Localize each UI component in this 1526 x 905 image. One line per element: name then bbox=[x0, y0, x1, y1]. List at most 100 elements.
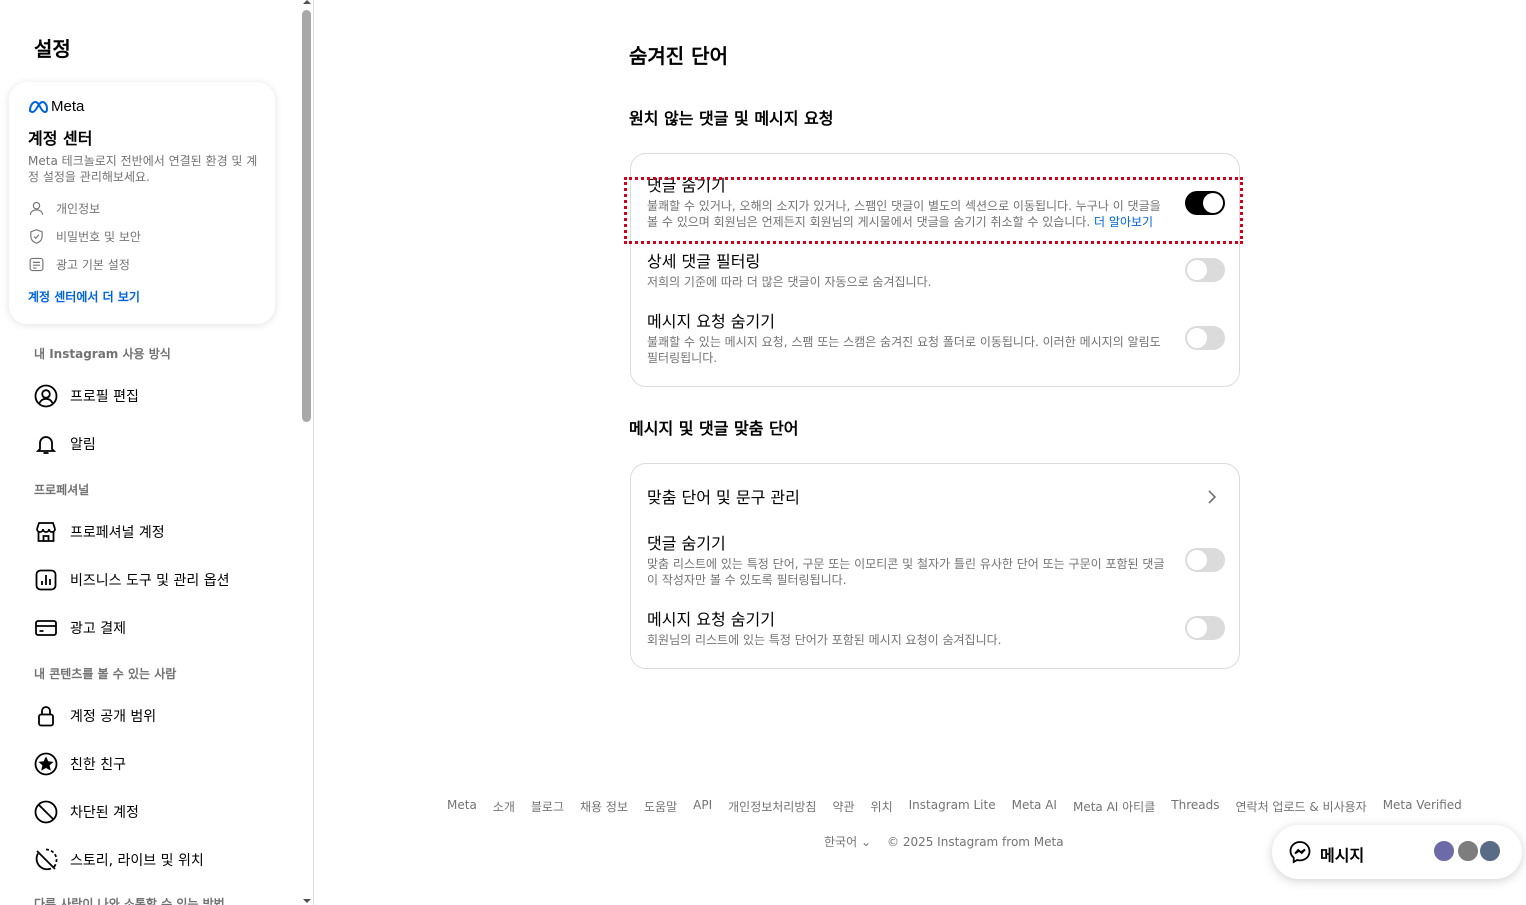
footer-link[interactable]: API bbox=[693, 798, 712, 815]
star-circle-icon bbox=[34, 752, 58, 776]
bell-icon bbox=[35, 436, 57, 454]
sidebar-item-account-privacy[interactable]: 계정 공개 범위 bbox=[24, 694, 286, 738]
scroll-down-arrow-icon[interactable] bbox=[303, 899, 311, 903]
chevron-down-icon: ⌄ bbox=[860, 835, 872, 849]
sidebar-item-close-friends[interactable]: 친한 친구 bbox=[24, 742, 286, 786]
bar-chart-icon bbox=[35, 569, 57, 591]
custom-hide-message-requests-toggle[interactable] bbox=[1185, 616, 1225, 640]
storefront-icon bbox=[36, 522, 56, 542]
sidebar-item-label: 프로페셔널 계정 bbox=[70, 525, 165, 541]
sidebar-item-label: 계정 공개 범위 bbox=[70, 709, 157, 725]
row-title: 맞춤 단어 및 문구 관리 bbox=[647, 488, 800, 507]
sidebar-item-ad-payments[interactable]: 광고 결제 bbox=[24, 606, 286, 650]
avatar bbox=[1432, 839, 1456, 863]
sidebar-item-label: 프로필 편집 bbox=[70, 389, 139, 405]
language-select[interactable]: 한국어 ⌄ bbox=[824, 833, 871, 850]
ac-item-password-security[interactable]: 비밀번호 및 보안 bbox=[28, 228, 141, 245]
row-title: 상세 댓글 필터링 bbox=[647, 252, 761, 271]
custom-hide-comments-toggle[interactable] bbox=[1185, 548, 1225, 572]
chevron-right-icon bbox=[1208, 490, 1217, 504]
footer-bottom: 한국어 ⌄ © 2025 Instagram from Meta bbox=[824, 833, 1064, 850]
footer-link[interactable]: Meta AI 아티클 bbox=[1073, 798, 1155, 815]
sidebar-item-label: 친한 친구 bbox=[70, 757, 126, 773]
sidebar-item-label: 비즈니스 도구 및 관리 옵션 bbox=[70, 573, 230, 589]
meta-brand-label: Meta bbox=[51, 98, 85, 115]
footer-link[interactable]: Meta bbox=[447, 798, 477, 815]
messages-label: 메시지 bbox=[1320, 846, 1365, 865]
row-hide-message-requests: 메시지 요청 숨기기 불쾌할 수 있는 메시지 요청, 스팸 또는 스캠은 숨겨… bbox=[647, 312, 1225, 366]
footer-link[interactable]: 약관 bbox=[832, 798, 854, 815]
section-label-instagram-usage: 내 Instagram 사용 방식 bbox=[34, 347, 171, 361]
row-description: 회원님의 리스트에 있는 특정 단어가 포함된 메시지 요청이 숨겨집니다. bbox=[647, 633, 1002, 647]
page-title: 숨겨진 단어 bbox=[629, 44, 728, 68]
row-custom-hide-message-requests: 메시지 요청 숨기기 회원님의 리스트에 있는 특정 단어가 포함된 메시지 요… bbox=[647, 610, 1225, 648]
ac-item-label: 개인정보 bbox=[56, 202, 101, 216]
footer-link[interactable]: 블로그 bbox=[531, 798, 564, 815]
toggle-knob bbox=[1187, 260, 1207, 280]
group-title-custom-words: 메시지 및 댓글 맞춤 단어 bbox=[629, 419, 799, 438]
shield-check-icon bbox=[30, 229, 43, 244]
focus-highlight bbox=[624, 177, 1243, 244]
sidebar-title: 설정 bbox=[34, 37, 71, 61]
footer-link[interactable]: 위치 bbox=[871, 798, 893, 815]
custom-words-card: 맞춤 단어 및 문구 관리 댓글 숨기기 맞춤 리스트에 있는 특정 단어, 구… bbox=[630, 463, 1240, 669]
sidebar-item-notifications[interactable]: 알림 bbox=[24, 422, 286, 466]
advanced-filtering-toggle[interactable] bbox=[1185, 258, 1225, 282]
section-label-content-visibility: 내 콘텐츠를 볼 수 있는 사람 bbox=[34, 667, 177, 681]
sidebar-item-edit-profile[interactable]: 프로필 편집 bbox=[24, 374, 286, 418]
toggle-knob bbox=[1187, 328, 1207, 348]
messages-button[interactable]: 메시지 bbox=[1272, 825, 1522, 879]
sidebar-item-professional-account[interactable]: 프로페셔널 계정 bbox=[24, 510, 286, 554]
messenger-icon bbox=[1289, 841, 1311, 864]
sidebar-item-business-tools[interactable]: 비즈니스 도구 및 관리 옵션 bbox=[24, 558, 286, 602]
row-description: 맞춤 리스트에 있는 특정 단어, 구문 또는 이모티콘 및 철자가 틀린 유사… bbox=[647, 557, 1165, 587]
footer-link[interactable]: 도움말 bbox=[644, 798, 677, 815]
copyright: © 2025 Instagram from Meta bbox=[887, 834, 1064, 849]
footer-link[interactable]: 채용 정보 bbox=[580, 798, 628, 815]
toggle-knob bbox=[1187, 618, 1207, 638]
footer-link[interactable]: 개인정보처리방침 bbox=[728, 798, 816, 815]
row-title: 댓글 숨기기 bbox=[647, 534, 726, 553]
accounts-center-more-link[interactable]: 계정 센터에서 더 보기 bbox=[28, 288, 140, 305]
footer-link[interactable]: Threads bbox=[1171, 798, 1219, 815]
section-label-interactions: 다른 사람이 나와 소통할 수 있는 방법 bbox=[34, 897, 225, 905]
sidebar-scrollbar[interactable] bbox=[300, 0, 314, 905]
ac-item-ad-preferences[interactable]: 광고 기본 설정 bbox=[28, 256, 130, 273]
ad-preferences-icon bbox=[29, 257, 44, 272]
row-title: 메시지 요청 숨기기 bbox=[647, 610, 775, 629]
scrollbar-thumb[interactable] bbox=[302, 10, 311, 422]
toggle-knob bbox=[1187, 550, 1207, 570]
row-description: 불쾌할 수 있는 메시지 요청, 스팸 또는 스캠은 숨겨진 요청 폴더로 이동… bbox=[647, 335, 1161, 365]
footer-link[interactable]: 소개 bbox=[493, 798, 515, 815]
footer-link[interactable]: Instagram Lite bbox=[909, 798, 996, 815]
sidebar-item-blocked[interactable]: 차단된 계정 bbox=[24, 790, 286, 834]
sidebar-item-story-live-location[interactable]: 스토리, 라이브 및 위치 bbox=[24, 838, 286, 882]
footer-link[interactable]: 연락처 업로드 & 비사용자 bbox=[1235, 798, 1366, 815]
accounts-center-description: Meta 테크놀로지 전반에서 연결된 환경 및 계정 설정을 관리해보세요. bbox=[28, 154, 258, 184]
hide-message-requests-toggle[interactable] bbox=[1185, 326, 1225, 350]
ac-item-label: 비밀번호 및 보안 bbox=[56, 230, 141, 244]
row-description: 저희의 기준에 따라 더 많은 댓글이 자동으로 숨겨집니다. bbox=[647, 275, 932, 289]
credit-card-icon bbox=[35, 620, 57, 636]
sidebar-item-label: 스토리, 라이브 및 위치 bbox=[70, 853, 204, 869]
accounts-center-title: 계정 센터 bbox=[28, 129, 93, 148]
ac-item-label: 광고 기본 설정 bbox=[56, 258, 130, 272]
avatar bbox=[1456, 839, 1480, 863]
block-icon bbox=[34, 800, 58, 824]
avatar bbox=[1478, 839, 1502, 863]
sidebar-item-label: 차단된 계정 bbox=[70, 805, 139, 821]
section-label-professional: 프로페셔널 bbox=[34, 483, 90, 497]
footer-links: Meta 소개 블로그 채용 정보 도움말 API 개인정보처리방침 약관 위치 Instagra… bbox=[447, 798, 1462, 815]
row-custom-hide-comments: 댓글 숨기기 맞춤 리스트에 있는 특정 단어, 구문 또는 이모티콘 및 철자… bbox=[647, 534, 1225, 588]
group-title-unwanted: 원치 않는 댓글 및 메시지 요청 bbox=[629, 109, 834, 128]
meta-brand: Meta bbox=[28, 98, 84, 115]
settings-sidebar: 설정 Meta 계정 센터 Meta 테크놀로지 전반에서 연결된 환경 및 계… bbox=[0, 0, 300, 905]
sidebar-item-label: 알림 bbox=[70, 437, 96, 453]
accounts-center-card[interactable]: Meta 계정 센터 Meta 테크놀로지 전반에서 연결된 환경 및 계정 설… bbox=[9, 82, 275, 324]
footer-link[interactable]: Meta AI bbox=[1012, 798, 1057, 815]
manage-custom-words-row[interactable]: 맞춤 단어 및 문구 관리 bbox=[647, 464, 1225, 532]
scroll-up-arrow-icon[interactable] bbox=[303, 0, 311, 4]
row-title: 메시지 요청 숨기기 bbox=[647, 312, 775, 331]
footer-link[interactable]: Meta Verified bbox=[1383, 798, 1462, 815]
ac-item-personal-info[interactable]: 개인정보 bbox=[28, 200, 100, 217]
